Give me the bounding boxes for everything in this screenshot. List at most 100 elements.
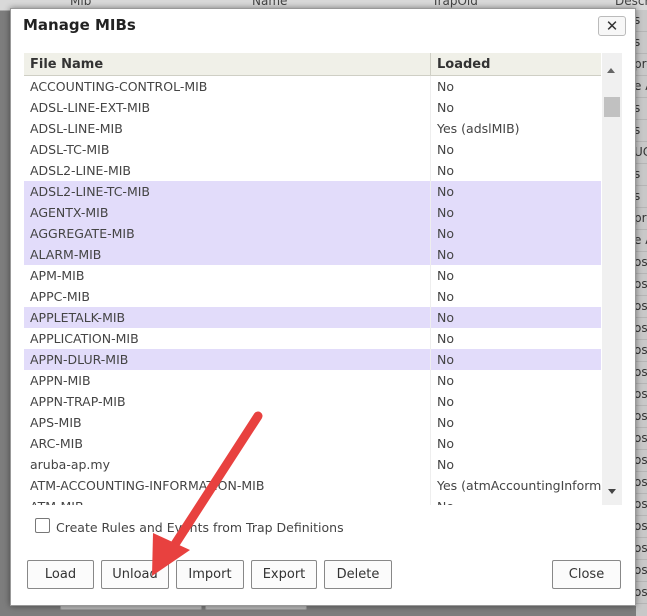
row-loaded-status: No — [437, 394, 454, 409]
column-divider — [430, 76, 431, 97]
scroll-up-icon[interactable] — [607, 68, 615, 73]
row-file-name: APPN-MIB — [30, 373, 91, 388]
row-loaded-status: No — [437, 289, 454, 304]
row-loaded-status: No — [437, 247, 454, 262]
table-body: ACCOUNTING-CONTROL-MIB No ADSL-LINE-EXT-MI… — [24, 76, 601, 505]
close-button[interactable]: Close — [552, 560, 621, 589]
table-row[interactable]: ALARM-MIB No — [24, 244, 601, 265]
row-loaded-status: No — [437, 457, 454, 472]
bg-cell: e A — [636, 230, 647, 252]
table-row[interactable]: APPN-DLUR-MIB No — [24, 349, 601, 370]
column-header-file-name[interactable]: File Name — [30, 57, 103, 72]
row-file-name: ADSL-LINE-EXT-MIB — [30, 100, 151, 115]
table-row[interactable]: ACCOUNTING-CONTROL-MIB No — [24, 76, 601, 97]
bg-cell: s — [636, 164, 647, 186]
row-file-name: ATM-ACCOUNTING-INFORMATION-MIB — [30, 478, 265, 493]
bg-cell: UC — [636, 142, 647, 164]
row-file-name: APPLETALK-MIB — [30, 310, 126, 325]
create-rules-label[interactable]: Create Rules and Events from Trap Defini… — [56, 520, 344, 535]
row-loaded-status: No — [437, 373, 454, 388]
column-divider — [430, 328, 431, 349]
row-loaded-status: No — [437, 79, 454, 94]
scroll-down-icon[interactable] — [608, 489, 616, 494]
table-row[interactable]: ATM-ACCOUNTING-INFORMATION-MIB Yes (atmAc… — [24, 475, 601, 496]
row-file-name: ADSL2-LINE-TC-MIB — [30, 184, 150, 199]
row-loaded-status: No — [437, 163, 454, 178]
row-file-name: APPC-MIB — [30, 289, 90, 304]
column-divider — [430, 307, 431, 328]
bg-cell: os — [636, 538, 647, 560]
row-loaded-status: Yes (adslMIB) — [437, 121, 520, 136]
row-loaded-status: No — [437, 142, 454, 157]
table-row[interactable]: APPC-MIB No — [24, 286, 601, 307]
table-row[interactable]: APPLETALK-MIB No — [24, 307, 601, 328]
bg-cell: os — [636, 428, 647, 450]
bg-cell: os — [636, 472, 647, 494]
table-row[interactable]: ADSL-LINE-MIB Yes (adslMIB) — [24, 118, 601, 139]
table-row[interactable]: APM-MIB No — [24, 265, 601, 286]
row-file-name: ADSL-TC-MIB — [30, 142, 110, 157]
row-file-name: ADSL-LINE-MIB — [30, 121, 123, 136]
column-header-loaded[interactable]: Loaded — [437, 57, 490, 72]
table-row[interactable]: ADSL2-LINE-MIB No — [24, 160, 601, 181]
table-scrollbar[interactable] — [602, 53, 622, 505]
bg-cell: os — [636, 406, 647, 428]
row-loaded-status: Yes (atmAccountingInforma — [437, 478, 601, 493]
close-icon[interactable]: ✕ — [598, 16, 626, 36]
table-row[interactable]: ATM-MIB No — [24, 496, 601, 505]
bg-cell: s — [636, 32, 647, 54]
bg-header-descr: Descr — [615, 0, 647, 8]
export-button[interactable]: Export — [251, 560, 317, 589]
column-divider — [430, 454, 431, 475]
table-row[interactable]: ADSL-LINE-EXT-MIB No — [24, 97, 601, 118]
bg-cell: s — [636, 10, 647, 32]
row-loaded-status: No — [437, 268, 454, 283]
table-row[interactable]: APS-MIB No — [24, 412, 601, 433]
table-row[interactable]: AGGREGATE-MIB No — [24, 223, 601, 244]
create-rules-checkbox[interactable] — [35, 518, 50, 533]
table-row[interactable]: APPN-TRAP-MIB No — [24, 391, 601, 412]
delete-button[interactable]: Delete — [324, 560, 392, 589]
bg-cell: os — [636, 560, 647, 582]
column-divider — [430, 181, 431, 202]
row-loaded-status: No — [437, 331, 454, 346]
row-loaded-status: No — [437, 415, 454, 430]
row-file-name: AGGREGATE-MIB — [30, 226, 135, 241]
bg-cell: os — [636, 340, 647, 362]
table-row[interactable]: ADSL2-LINE-TC-MIB No — [24, 181, 601, 202]
import-button[interactable]: Import — [176, 560, 244, 589]
row-file-name: ATM-MIB — [30, 499, 84, 505]
bg-cell: os — [636, 494, 647, 516]
bg-cell: pre — [636, 208, 647, 230]
mib-table: File Name Loaded ACCOUNTING-CONTROL-MIB N… — [24, 53, 601, 505]
bg-cell: os — [636, 296, 647, 318]
table-row[interactable]: APPLICATION-MIB No — [24, 328, 601, 349]
table-row[interactable]: aruba-ap.my No — [24, 454, 601, 475]
load-button[interactable]: Load — [27, 560, 94, 589]
column-divider — [430, 391, 431, 412]
column-divider — [430, 223, 431, 244]
table-row[interactable]: ADSL-TC-MIB No — [24, 139, 601, 160]
row-loaded-status: No — [437, 499, 454, 505]
row-loaded-status: No — [437, 100, 454, 115]
bg-header-mib: Mib — [70, 0, 92, 8]
row-file-name: APS-MIB — [30, 415, 82, 430]
row-loaded-status: No — [437, 184, 454, 199]
bg-cell: os — [636, 582, 647, 604]
bg-cell: os — [636, 274, 647, 296]
unload-button[interactable]: Unload — [101, 560, 169, 589]
bg-cell: os — [636, 252, 647, 274]
row-file-name: AGENTX-MIB — [30, 205, 109, 220]
column-divider — [430, 370, 431, 391]
table-row[interactable]: APPN-MIB No — [24, 370, 601, 391]
table-header: File Name Loaded — [24, 53, 601, 76]
bg-cell: s — [636, 186, 647, 208]
bg-cell: pre — [636, 54, 647, 76]
dialog-title: Manage MIBs — [23, 16, 136, 34]
scroll-thumb[interactable] — [604, 97, 620, 117]
column-divider — [430, 349, 431, 370]
column-divider — [430, 139, 431, 160]
bg-cell: os — [636, 362, 647, 384]
table-row[interactable]: AGENTX-MIB No — [24, 202, 601, 223]
table-row[interactable]: ARC-MIB No — [24, 433, 601, 454]
